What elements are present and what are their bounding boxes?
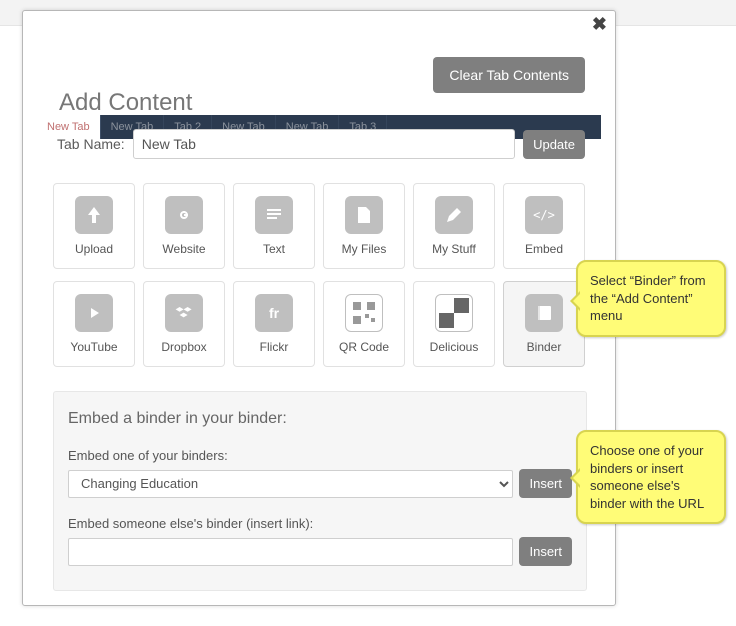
tile-label: My Files: [342, 242, 387, 256]
tab-name-label: Tab Name:: [57, 136, 125, 152]
tile-qrcode[interactable]: QR Code: [323, 281, 405, 367]
tile-label: Binder: [527, 340, 562, 354]
tile-label: YouTube: [70, 340, 117, 354]
tile-text[interactable]: Text: [233, 183, 315, 269]
pen-icon: [435, 196, 473, 234]
dropbox-icon: [165, 294, 203, 332]
other-binder-input[interactable]: [68, 538, 513, 566]
tile-delicious[interactable]: Delicious: [413, 281, 495, 367]
tile-label: My Stuff: [432, 242, 476, 256]
insert-other-button[interactable]: Insert: [519, 537, 572, 566]
other-binder-label: Embed someone else's binder (insert link…: [68, 516, 572, 531]
flickr-icon: fr: [255, 294, 293, 332]
tile-upload[interactable]: Upload: [53, 183, 135, 269]
tile-dropbox[interactable]: Dropbox: [143, 281, 225, 367]
tile-website[interactable]: Website: [143, 183, 225, 269]
callout-choose-binder: Choose one of your binders or insert som…: [576, 430, 726, 524]
tile-label: Delicious: [430, 340, 479, 354]
delicious-icon: [435, 294, 473, 332]
tile-label: Embed: [525, 242, 563, 256]
youtube-icon: [75, 294, 113, 332]
tile-label: Website: [162, 242, 205, 256]
upload-icon: [75, 196, 113, 234]
callout-select-binder: Select “Binder” from the “Add Content” m…: [576, 260, 726, 337]
tab-name-input[interactable]: [133, 129, 515, 159]
link-icon: [165, 196, 203, 234]
tile-myfiles[interactable]: My Files: [323, 183, 405, 269]
tile-youtube[interactable]: YouTube: [53, 281, 135, 367]
tile-label: Dropbox: [161, 340, 206, 354]
binder-icon: [525, 294, 563, 332]
close-icon[interactable]: ✖: [592, 15, 607, 33]
tile-flickr[interactable]: fr Flickr: [233, 281, 315, 367]
modal-title: Add Content: [59, 89, 192, 117]
text-icon: [255, 196, 293, 234]
qrcode-icon: [345, 294, 383, 332]
add-content-modal: ✖ Clear Tab Contents Add Content New Tab…: [22, 10, 616, 606]
own-binder-label: Embed one of your binders:: [68, 448, 572, 463]
tile-embed[interactable]: </> Embed: [503, 183, 585, 269]
update-button[interactable]: Update: [523, 130, 585, 159]
embed-binder-panel: Embed a binder in your binder: Embed one…: [53, 391, 587, 591]
panel-heading: Embed a binder in your binder:: [68, 410, 572, 428]
file-icon: [345, 196, 383, 234]
tile-label: Flickr: [260, 340, 289, 354]
embed-icon: </>: [525, 196, 563, 234]
tile-mystuff[interactable]: My Stuff: [413, 183, 495, 269]
content-type-grid: Upload Website Text My Files My Stuff </…: [53, 183, 587, 379]
tile-label: Upload: [75, 242, 113, 256]
tile-label: QR Code: [339, 340, 389, 354]
own-binder-select[interactable]: Changing Education: [68, 470, 513, 498]
clear-tab-contents-button[interactable]: Clear Tab Contents: [433, 57, 585, 93]
tab-name-row: Tab Name: Update: [57, 129, 585, 159]
tile-label: Text: [263, 242, 285, 256]
